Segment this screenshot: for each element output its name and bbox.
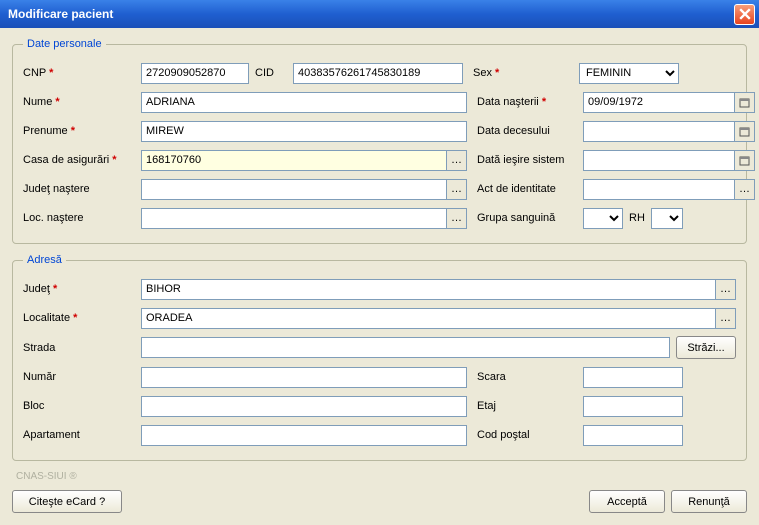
label-etaj: Etaj [477, 400, 583, 412]
out-input[interactable] [583, 150, 734, 171]
label-bloc: Bloc [23, 400, 141, 412]
ellipsis-icon: … [720, 312, 731, 324]
legend-personal: Date personale [23, 38, 106, 50]
label-numar: Număr [23, 371, 141, 383]
scara-input[interactable] [583, 367, 683, 388]
label-dob: Data naşterii [477, 96, 539, 108]
label-strada: Strada [23, 342, 141, 354]
localitate-picker-button[interactable]: … [715, 308, 736, 329]
judet-nastere-picker-button[interactable]: … [446, 179, 467, 200]
label-cnp: CNP [23, 67, 46, 79]
fieldset-personal: Date personale CNP * CID Sex * FEMININ N… [12, 38, 747, 244]
grupa-select[interactable] [583, 208, 623, 229]
label-apartament: Apartament [23, 429, 141, 441]
act-picker-button[interactable]: … [734, 179, 755, 200]
label-localitate: Localitate [23, 312, 70, 324]
judet-picker-button[interactable]: … [715, 279, 736, 300]
ellipsis-icon: … [451, 212, 462, 224]
loc-nastere-input[interactable] [141, 208, 446, 229]
dob-picker-button[interactable] [734, 92, 755, 113]
title-bar: Modificare pacient [0, 0, 759, 28]
act-input[interactable] [583, 179, 734, 200]
casa-input[interactable] [141, 150, 446, 171]
judet-nastere-input[interactable] [141, 179, 446, 200]
strazi-button[interactable]: Străzi... [676, 336, 736, 359]
label-prenume: Prenume [23, 125, 68, 137]
footer-bar: Citeşte eCard ? Acceptă Renunţă [12, 488, 747, 513]
apartament-input[interactable] [141, 425, 467, 446]
accept-button[interactable]: Acceptă [589, 490, 665, 513]
legend-address: Adresă [23, 254, 66, 266]
ellipsis-icon: … [739, 183, 750, 195]
cnp-input[interactable] [141, 63, 249, 84]
cid-input[interactable] [293, 63, 463, 84]
copyright-text: CNAS-SIUI ® [12, 471, 747, 482]
ellipsis-icon: … [451, 154, 462, 166]
calendar-icon [739, 155, 750, 166]
judet-input[interactable] [141, 279, 715, 300]
label-loc-nastere: Loc. naştere [23, 212, 141, 224]
dob-input[interactable] [583, 92, 734, 113]
dialog-body: Date personale CNP * CID Sex * FEMININ N… [0, 28, 759, 525]
label-act: Act de identitate [477, 183, 583, 195]
label-nume: Nume [23, 96, 52, 108]
loc-nastere-picker-button[interactable]: … [446, 208, 467, 229]
ecard-button[interactable]: Citeşte eCard ? [12, 490, 122, 513]
label-out: Dată ieşire sistem [477, 154, 583, 166]
dod-input[interactable] [583, 121, 734, 142]
calendar-icon [739, 97, 750, 108]
label-judet-nastere: Judeţ naştere [23, 183, 141, 195]
strada-input[interactable] [141, 337, 670, 358]
bloc-input[interactable] [141, 396, 467, 417]
close-icon [739, 8, 751, 20]
numar-input[interactable] [141, 367, 467, 388]
label-casa: Casa de asigurări [23, 154, 109, 166]
sex-select[interactable]: FEMININ [579, 63, 679, 84]
casa-picker-button[interactable]: … [446, 150, 467, 171]
out-picker-button[interactable] [734, 150, 755, 171]
cancel-button[interactable]: Renunţă [671, 490, 747, 513]
label-scara: Scara [477, 371, 583, 383]
cod-postal-input[interactable] [583, 425, 683, 446]
calendar-icon [739, 126, 750, 137]
fieldset-address: Adresă Judeţ * … Localitate * … Strada S… [12, 254, 747, 461]
label-rh: RH [623, 212, 651, 224]
prenume-input[interactable] [141, 121, 467, 142]
label-cod-postal: Cod poştal [477, 429, 583, 441]
rh-select[interactable] [651, 208, 683, 229]
nume-input[interactable] [141, 92, 467, 113]
ellipsis-icon: … [451, 183, 462, 195]
label-judet: Judeţ [23, 283, 50, 295]
label-cid: CID [255, 67, 293, 79]
localitate-input[interactable] [141, 308, 715, 329]
label-sex: Sex [473, 67, 492, 79]
ellipsis-icon: … [720, 283, 731, 295]
label-dod: Data decesului [477, 125, 583, 137]
window-title: Modificare pacient [8, 7, 113, 21]
close-button[interactable] [734, 4, 755, 25]
dod-picker-button[interactable] [734, 121, 755, 142]
etaj-input[interactable] [583, 396, 683, 417]
label-grupa: Grupa sanguină [477, 212, 583, 224]
